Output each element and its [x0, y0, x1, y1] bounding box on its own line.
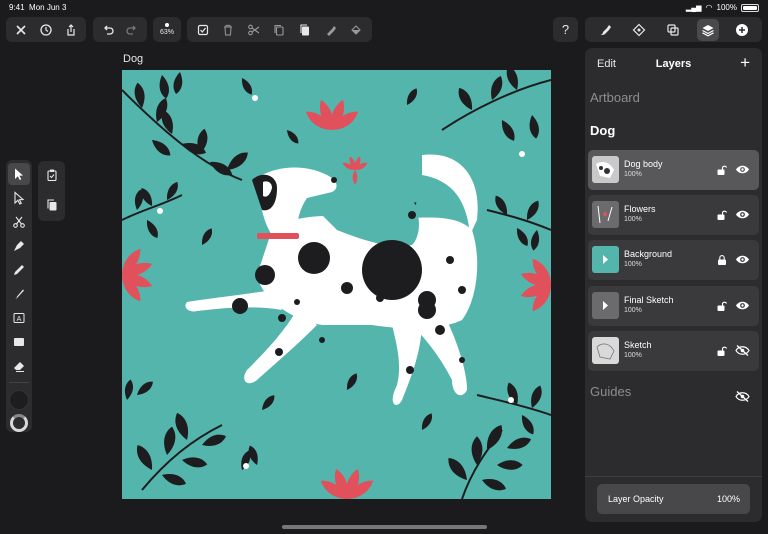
- undo-toolbar: [93, 17, 147, 42]
- fill-icon[interactable]: [345, 19, 367, 41]
- status-bar: 9:41 Mon Jun 3 ▂▄▆ ◠ 100%: [0, 0, 768, 14]
- layer-opacity: 100%: [624, 307, 642, 314]
- help-button[interactable]: ?: [553, 17, 578, 42]
- edit-toolbar: [187, 17, 372, 42]
- eye-icon[interactable]: [735, 208, 750, 221]
- stroke-color-swatch[interactable]: [10, 414, 28, 432]
- tools-divider: [9, 382, 29, 383]
- layer-row-background[interactable]: Background 100%: [588, 240, 759, 280]
- add-layer-button[interactable]: +: [740, 53, 750, 73]
- zoom-control[interactable]: 63%: [153, 17, 181, 42]
- artboard-section[interactable]: Artboard: [590, 90, 640, 105]
- eye-hidden-icon[interactable]: [735, 344, 750, 357]
- layer-thumbnail: [592, 201, 619, 228]
- layer-name: Final Sketch: [624, 295, 674, 305]
- zoom-value: 63%: [159, 29, 174, 36]
- signal-icon: ▂▄▆: [685, 4, 702, 12]
- layer-opacity-label: Layer Opacity: [608, 494, 664, 504]
- pen-tool-icon[interactable]: [8, 235, 30, 257]
- duplicate-icon[interactable]: [41, 194, 63, 216]
- layers-panel: Edit Layers + Artboard Dog Dog body 100%…: [585, 48, 762, 522]
- unlock-icon[interactable]: [716, 209, 728, 221]
- eye-icon[interactable]: [735, 253, 750, 266]
- close-icon[interactable]: [10, 19, 32, 41]
- tool-options: [38, 161, 65, 221]
- tab-arrange-icon[interactable]: [662, 19, 684, 41]
- redo-icon[interactable]: [121, 19, 143, 41]
- layer-name: Dog body: [624, 159, 663, 169]
- unlock-icon[interactable]: [716, 164, 728, 176]
- dog-illustration: [122, 70, 551, 499]
- tab-add-icon[interactable]: [731, 19, 753, 41]
- layer-row-dog-body[interactable]: Dog body 100%: [588, 150, 759, 190]
- home-indicator[interactable]: [282, 525, 487, 529]
- trash-icon[interactable]: [217, 19, 239, 41]
- layer-thumbnail: [592, 156, 619, 183]
- tab-style-brush-icon[interactable]: [594, 19, 616, 41]
- panel-tabs: [585, 17, 762, 42]
- guides-section[interactable]: Guides: [590, 384, 631, 399]
- layer-opacity: 100%: [624, 171, 642, 178]
- tools-sidebar: A: [6, 160, 32, 432]
- guides-eye-hidden-icon[interactable]: [735, 390, 750, 403]
- lock-icon[interactable]: [716, 254, 728, 266]
- undo-icon[interactable]: [97, 19, 119, 41]
- direct-selection-tool-icon[interactable]: [8, 187, 30, 209]
- layer-row-flowers[interactable]: Flowers 100%: [588, 195, 759, 235]
- shape-tool-icon[interactable]: [8, 331, 30, 353]
- tab-layers-icon[interactable]: [696, 18, 719, 41]
- battery-percent: 100%: [716, 3, 737, 12]
- panel-title: Layers: [655, 58, 692, 70]
- share-icon[interactable]: [60, 19, 82, 41]
- layer-row-sketch[interactable]: Sketch 100%: [588, 331, 759, 371]
- copy-icon[interactable]: [268, 19, 290, 41]
- wifi-icon: ◠: [705, 3, 713, 12]
- brush-tool-icon[interactable]: [8, 283, 30, 305]
- layer-name: Background: [624, 249, 673, 259]
- eraser-tool-icon[interactable]: [8, 355, 30, 377]
- layer-opacity: 100%: [624, 261, 642, 268]
- select-all-icon[interactable]: [192, 19, 214, 41]
- scissors-tool-icon[interactable]: [8, 211, 30, 233]
- artboard-canvas[interactable]: [122, 70, 551, 499]
- fill-color-swatch[interactable]: [9, 390, 29, 410]
- selection-tool-icon[interactable]: [8, 163, 30, 185]
- document-title: Dog: [123, 53, 144, 65]
- help-label: ?: [561, 22, 570, 37]
- eye-icon[interactable]: [735, 163, 750, 176]
- layer-opacity: 100%: [624, 352, 642, 359]
- zoom-dot-icon: [165, 23, 169, 27]
- unlock-icon[interactable]: [716, 345, 728, 357]
- status-time: 9:41 Mon Jun 3: [9, 3, 67, 12]
- zoom-indicator[interactable]: 63%: [156, 19, 178, 41]
- cut-icon[interactable]: [243, 19, 265, 41]
- panel-header: Edit Layers +: [585, 48, 762, 80]
- layer-thumbnail: [592, 337, 619, 364]
- pencil-tool-icon[interactable]: [8, 259, 30, 281]
- group-label-dog[interactable]: Dog: [590, 123, 615, 138]
- text-tool-icon[interactable]: A: [8, 307, 30, 329]
- layer-name: Sketch: [624, 340, 652, 350]
- tab-symbols-icon[interactable]: [628, 19, 650, 41]
- eye-icon[interactable]: [735, 299, 750, 312]
- layer-thumbnail: [592, 246, 619, 273]
- layer-name: Flowers: [624, 204, 656, 214]
- panel-divider: [585, 476, 762, 477]
- layer-opacity: 100%: [624, 216, 642, 223]
- history-icon[interactable]: [35, 19, 57, 41]
- layer-opacity-value: 100%: [716, 494, 740, 504]
- layer-row-final-sketch[interactable]: Final Sketch 100%: [588, 286, 759, 326]
- paste-icon[interactable]: [294, 19, 316, 41]
- file-toolbar: [6, 17, 86, 42]
- battery-icon: [741, 3, 759, 12]
- unlock-icon[interactable]: [716, 300, 728, 312]
- svg-text:A: A: [17, 316, 22, 323]
- layer-thumbnail: [592, 292, 619, 319]
- clipboard-icon[interactable]: [41, 164, 63, 186]
- paint-icon[interactable]: [320, 19, 342, 41]
- layer-opacity-control[interactable]: Layer Opacity 100%: [597, 484, 750, 514]
